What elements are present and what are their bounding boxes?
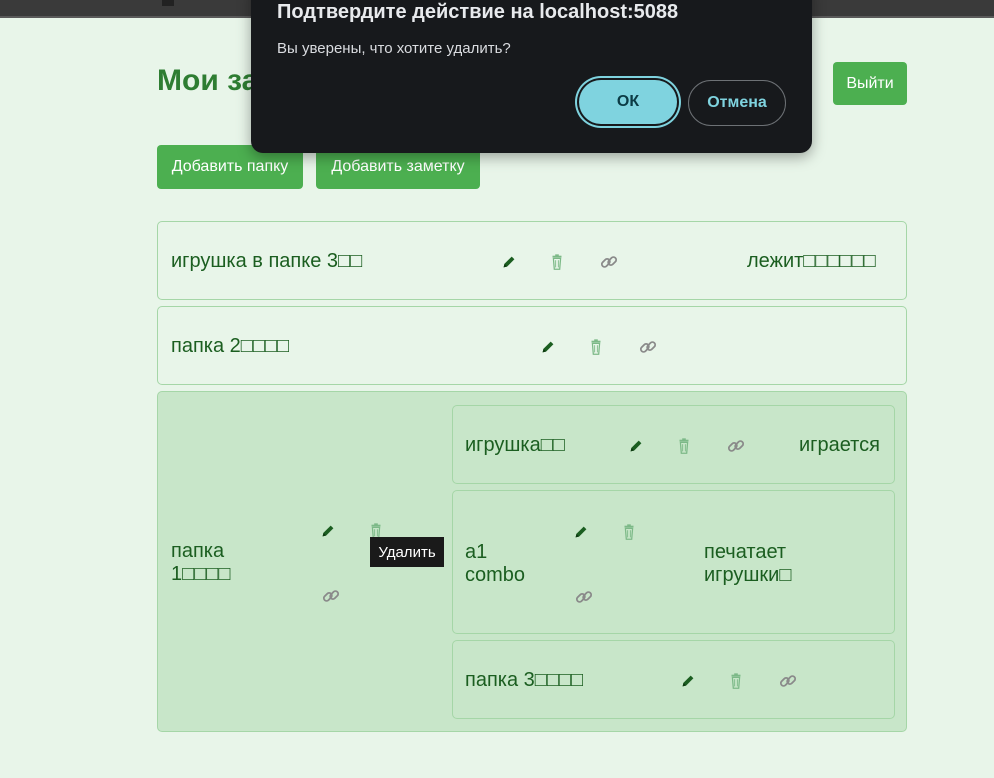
note-name: игрушка□□ bbox=[465, 434, 565, 456]
link-icon[interactable] bbox=[599, 252, 619, 272]
child-folder-card[interactable]: папка 3□□□□ bbox=[452, 640, 895, 719]
note-card[interactable]: игрушка в папке 3□□ лежит□□□□□□ bbox=[157, 221, 907, 300]
delete-tooltip: Удалить bbox=[370, 537, 444, 567]
link-icon[interactable] bbox=[726, 436, 746, 456]
link-icon[interactable] bbox=[778, 671, 798, 691]
pencil-icon[interactable] bbox=[678, 671, 698, 691]
link-icon[interactable] bbox=[321, 586, 341, 606]
pencil-icon[interactable] bbox=[318, 521, 338, 541]
pencil-icon[interactable] bbox=[538, 337, 558, 357]
link-icon[interactable] bbox=[638, 337, 658, 357]
pencil-icon[interactable] bbox=[571, 522, 591, 542]
folder-name-line1: папка bbox=[171, 540, 225, 562]
trash-icon[interactable] bbox=[586, 337, 606, 357]
logout-button[interactable]: Выйти bbox=[833, 62, 907, 105]
note-status-line1: печатает bbox=[704, 541, 787, 563]
trash-icon[interactable] bbox=[547, 252, 567, 272]
pencil-icon[interactable] bbox=[499, 252, 519, 272]
trash-icon[interactable] bbox=[674, 436, 694, 456]
note-name-line2: combo bbox=[465, 564, 526, 586]
note-name: игрушка в папке 3□□ bbox=[171, 250, 363, 272]
tab-fragment bbox=[162, 0, 174, 6]
note-status: играется bbox=[799, 434, 880, 456]
ok-button[interactable]: ОК bbox=[579, 80, 677, 124]
dialog-message: Вы уверены, что хотите удалить? bbox=[277, 40, 511, 57]
note-status-line2: игрушки□ bbox=[704, 564, 792, 586]
confirm-dialog: Подтвердите действие на localhost:5088 В… bbox=[251, 0, 812, 153]
folder-name-line2: 1□□□□ bbox=[171, 563, 231, 585]
child-note-card[interactable]: a1 combo печатает игрушки□ bbox=[452, 490, 895, 634]
link-icon[interactable] bbox=[574, 587, 594, 607]
trash-icon[interactable] bbox=[726, 671, 746, 691]
cancel-button[interactable]: Отмена bbox=[688, 80, 786, 126]
page-title: Мои за bbox=[157, 64, 259, 97]
folder-name: папка 2□□□□ bbox=[171, 335, 290, 357]
child-note-card[interactable]: игрушка□□ играется bbox=[452, 405, 895, 484]
note-name-line1: a1 bbox=[465, 541, 488, 563]
trash-icon[interactable] bbox=[619, 522, 639, 542]
folder-card[interactable]: папка 2□□□□ bbox=[157, 306, 907, 385]
dialog-title: Подтвердите действие на localhost:5088 bbox=[277, 1, 679, 23]
folder-name: папка 3□□□□ bbox=[465, 669, 584, 691]
pencil-icon[interactable] bbox=[626, 436, 646, 456]
folder-card-selected[interactable]: папка 1□□□□ игрушка□□ играется a1 combo … bbox=[157, 391, 907, 732]
note-status: лежит□□□□□□ bbox=[747, 250, 876, 272]
